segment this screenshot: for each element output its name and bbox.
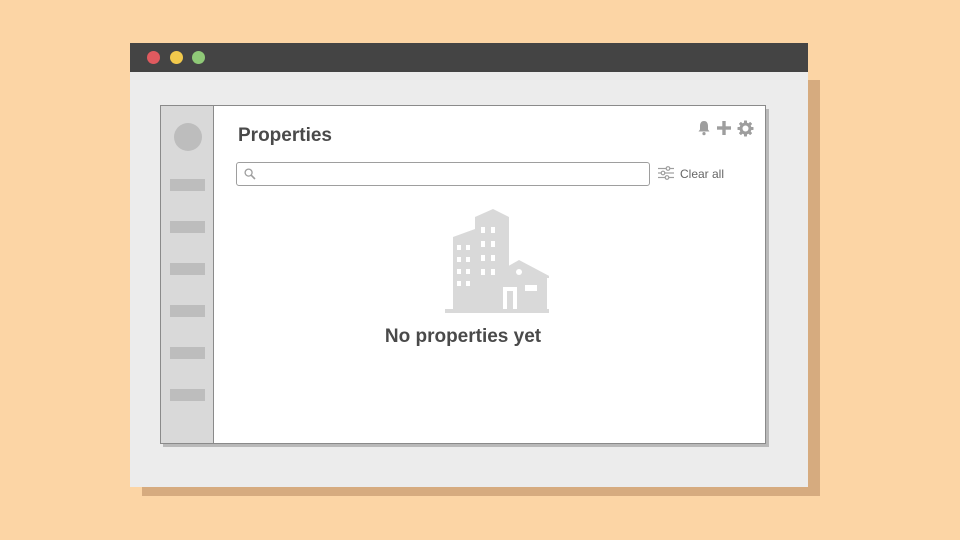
filter-icon[interactable] bbox=[658, 166, 674, 185]
sidebar-item-4[interactable] bbox=[170, 305, 205, 317]
sidebar bbox=[161, 106, 214, 443]
sidebar-item-6[interactable] bbox=[170, 389, 205, 401]
empty-state-message: No properties yet bbox=[384, 326, 542, 347]
avatar[interactable] bbox=[174, 123, 202, 151]
sidebar-item-3[interactable] bbox=[170, 263, 205, 275]
clear-all-button[interactable]: Clear all bbox=[680, 167, 724, 181]
page-title: Properties bbox=[238, 125, 332, 146]
search-box[interactable] bbox=[236, 162, 650, 186]
minimize-window-button[interactable] bbox=[170, 51, 183, 64]
sidebar-item-5[interactable] bbox=[170, 347, 205, 359]
gear-icon[interactable] bbox=[737, 120, 754, 142]
plus-icon[interactable] bbox=[716, 120, 732, 141]
title-bar bbox=[130, 43, 808, 72]
close-window-button[interactable] bbox=[147, 51, 160, 64]
sidebar-item-1[interactable] bbox=[170, 179, 205, 191]
search-input[interactable] bbox=[261, 165, 645, 183]
sidebar-item-2[interactable] bbox=[170, 221, 205, 233]
bell-icon[interactable] bbox=[697, 120, 711, 141]
search-icon bbox=[244, 168, 256, 180]
maximize-window-button[interactable] bbox=[192, 51, 205, 64]
app-panel: Properties Clear all No properties yet bbox=[160, 105, 766, 444]
buildings-icon bbox=[445, 209, 553, 318]
